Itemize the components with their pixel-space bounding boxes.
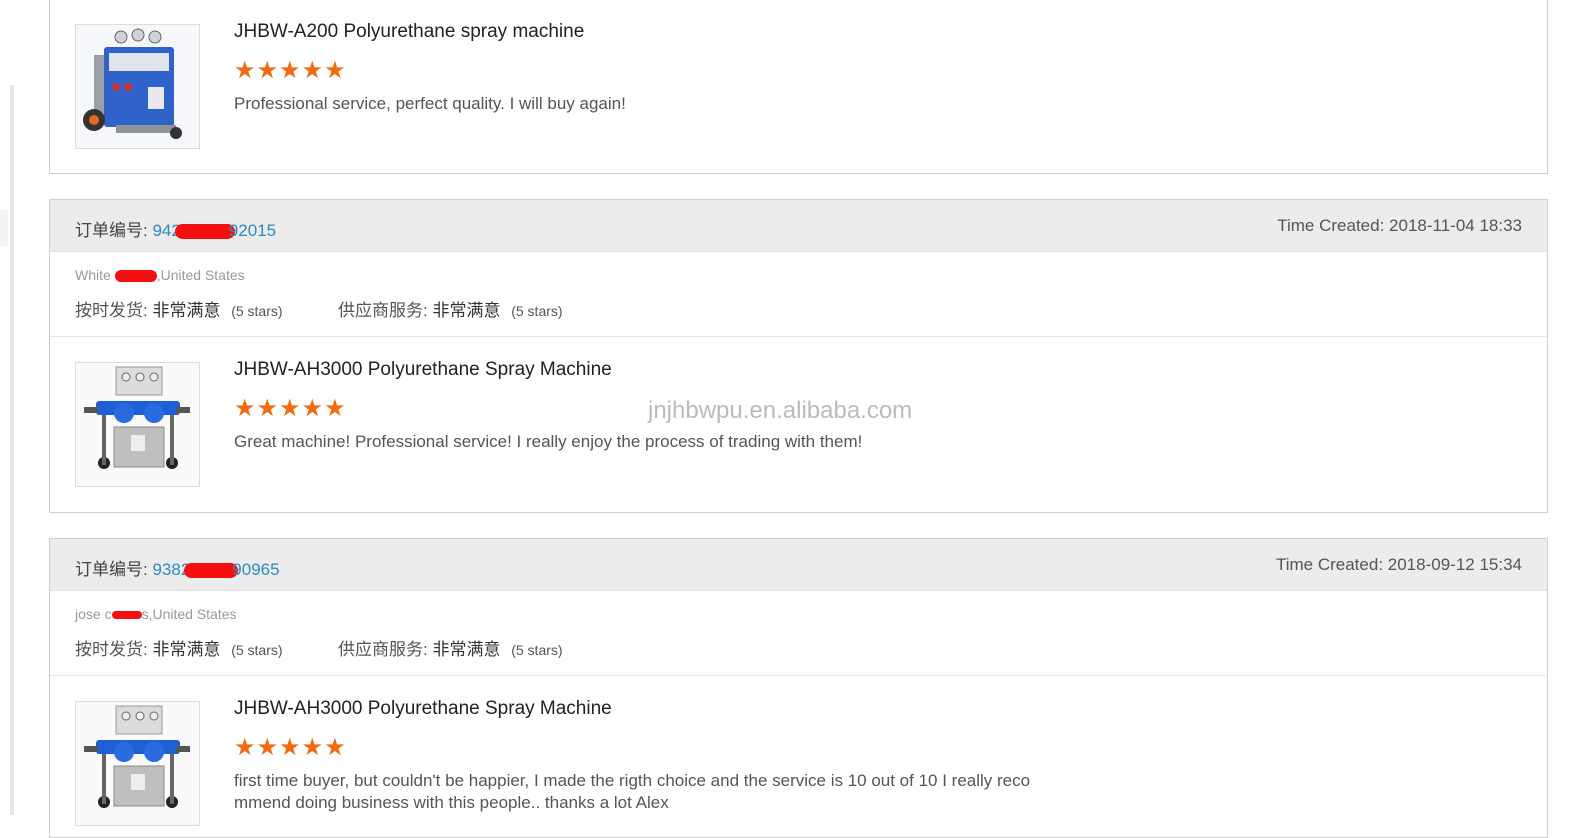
redaction-mark	[111, 611, 142, 620]
service-value: 非常满意	[432, 301, 501, 320]
service-value: 非常满意	[432, 640, 501, 659]
review-card: 订单编号: 942 92015 Time Created: 2018-11-04 …	[49, 199, 1548, 513]
order-number-label: 订单编号:	[75, 560, 148, 579]
product-name[interactable]: JHBW-AH3000 Polyurethane Spray Machine	[234, 698, 612, 720]
rating-stars: ★★★★★	[234, 395, 347, 422]
product-name[interactable]: JHBW-A200 Polyurethane spray machine	[234, 21, 584, 43]
review-comment: first time buyer, but couldn't be happie…	[234, 770, 1054, 814]
time-created: Time Created: 2018-11-04 18:33	[1277, 216, 1522, 235]
order-number-label: 订单编号:	[75, 221, 148, 240]
review-card: JHBW-A200 Polyurethane spray machine ★★★…	[49, 0, 1548, 174]
order-number: 订单编号: 942 92015	[75, 216, 276, 241]
rating-summary: 按时发货: 非常满意 (5 stars) 供应商服务: 非常满意 (5 star…	[75, 296, 563, 321]
product-thumbnail[interactable]	[75, 701, 200, 826]
service-label: 供应商服务:	[338, 301, 428, 320]
review-comment: Great machine! Professional service! I r…	[234, 432, 863, 451]
product-thumbnail[interactable]	[75, 362, 200, 487]
order-number-link[interactable]: 9382 90965	[152, 560, 279, 579]
order-header: 订单编号: 942 92015 Time Created: 2018-11-04 …	[50, 200, 1547, 252]
buyer-info: jose c s,United States 按时发货: 非常满意 (5 star…	[50, 591, 1547, 676]
review-comment-line: first time buyer, but couldn't be happie…	[234, 771, 1031, 790]
service-label: 供应商服务:	[338, 640, 428, 659]
redaction-mark	[114, 270, 157, 283]
store-watermark: jnjhbwpu.en.alibaba.com	[648, 397, 913, 424]
rating-stars: ★★★★★	[234, 734, 347, 761]
buyer-name-country: jose c s,United States	[75, 606, 237, 622]
order-number-link[interactable]: 942 92015	[152, 221, 276, 240]
service-stars: (5 stars)	[511, 303, 563, 319]
buyer-info: White ,United States 按时发货: 非常满意 (5 stars…	[50, 252, 1547, 337]
buyer-name-country: White ,United States	[75, 267, 245, 283]
ontime-value: 非常满意	[152, 640, 221, 659]
left-scroll-track	[10, 85, 14, 815]
order-header: 订单编号: 9382 90965 Time Created: 2018-09-12…	[50, 539, 1547, 591]
ontime-label: 按时发货:	[75, 301, 148, 320]
spray-machine-a200-image	[76, 25, 199, 148]
ontime-stars: (5 stars)	[231, 303, 283, 319]
review-comment: Professional service, perfect quality. I…	[234, 94, 626, 113]
order-number: 订单编号: 9382 90965	[75, 555, 280, 580]
product-name[interactable]: JHBW-AH3000 Polyurethane Spray Machine	[234, 359, 612, 381]
spray-machine-ah3000-image	[76, 702, 199, 825]
ontime-stars: (5 stars)	[231, 642, 283, 658]
ontime-value: 非常满意	[152, 301, 221, 320]
time-created: Time Created: 2018-09-12 15:34	[1275, 555, 1522, 574]
redaction-mark	[174, 224, 235, 240]
rating-stars: ★★★★★	[234, 57, 347, 84]
ontime-label: 按时发货:	[75, 640, 148, 659]
spray-machine-ah3000-image	[76, 363, 199, 486]
service-stars: (5 stars)	[511, 642, 563, 658]
rating-summary: 按时发货: 非常满意 (5 stars) 供应商服务: 非常满意 (5 star…	[75, 635, 563, 660]
review-card: 订单编号: 9382 90965 Time Created: 2018-09-12…	[49, 538, 1548, 838]
redaction-mark	[184, 563, 239, 579]
product-thumbnail[interactable]	[75, 24, 200, 149]
left-edge-tab	[0, 210, 8, 246]
review-comment-line: mmend doing business with this people.. …	[234, 793, 669, 812]
